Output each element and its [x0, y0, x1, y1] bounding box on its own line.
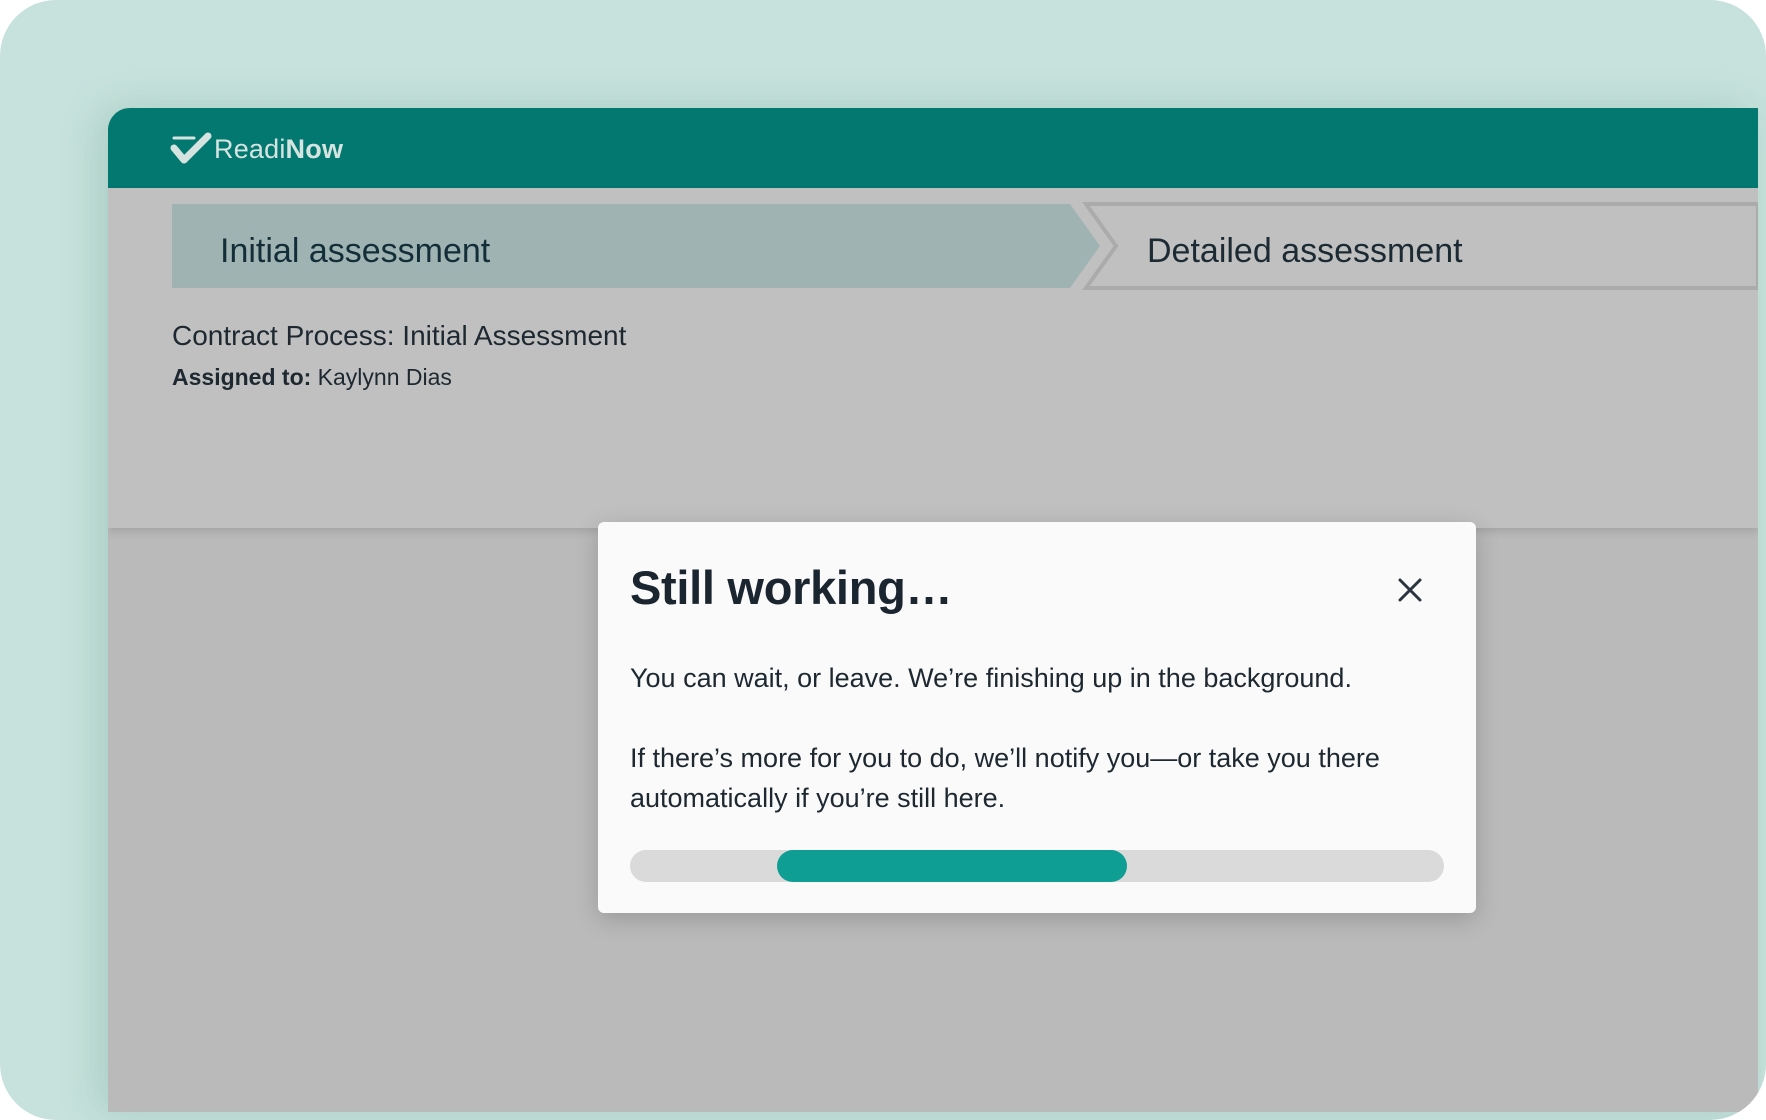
logo-text: ReadiNow: [214, 134, 343, 165]
dialog-title: Still working…: [630, 561, 953, 614]
step-initial-assessment[interactable]: Initial assessment: [220, 232, 490, 271]
app-window: ReadiNow Initial assessment Detailed ass…: [108, 108, 1758, 1112]
close-icon[interactable]: [1394, 574, 1426, 606]
assigned-value: Kaylynn Dias: [317, 364, 452, 390]
top-bar: ReadiNow: [108, 108, 1758, 188]
process-title: Contract Process: Initial Assessment: [172, 320, 627, 351]
progress-bar-fill: [777, 850, 1127, 882]
dialog-message-1: You can wait, or leave. We’re finishing …: [630, 663, 1352, 693]
step-detailed-assessment[interactable]: Detailed assessment: [1147, 232, 1463, 271]
dialog-message-2: If there’s more for you to do, we’ll not…: [630, 743, 1380, 813]
logo-text-light: Readi: [214, 133, 286, 164]
assigned-label: Assigned to:: [172, 364, 312, 390]
progress-bar: [630, 850, 1444, 882]
readinow-logo[interactable]: ReadiNow: [170, 132, 343, 166]
still-working-dialog: Still working… You can wait, or leave. W…: [598, 522, 1476, 913]
window-frame: ReadiNow Initial assessment Detailed ass…: [0, 0, 1766, 1120]
logo-text-bold: Now: [285, 133, 344, 164]
checkmark-logo-icon: [170, 132, 212, 164]
assigned-to: Assigned to: Kaylynn Dias: [172, 364, 452, 391]
